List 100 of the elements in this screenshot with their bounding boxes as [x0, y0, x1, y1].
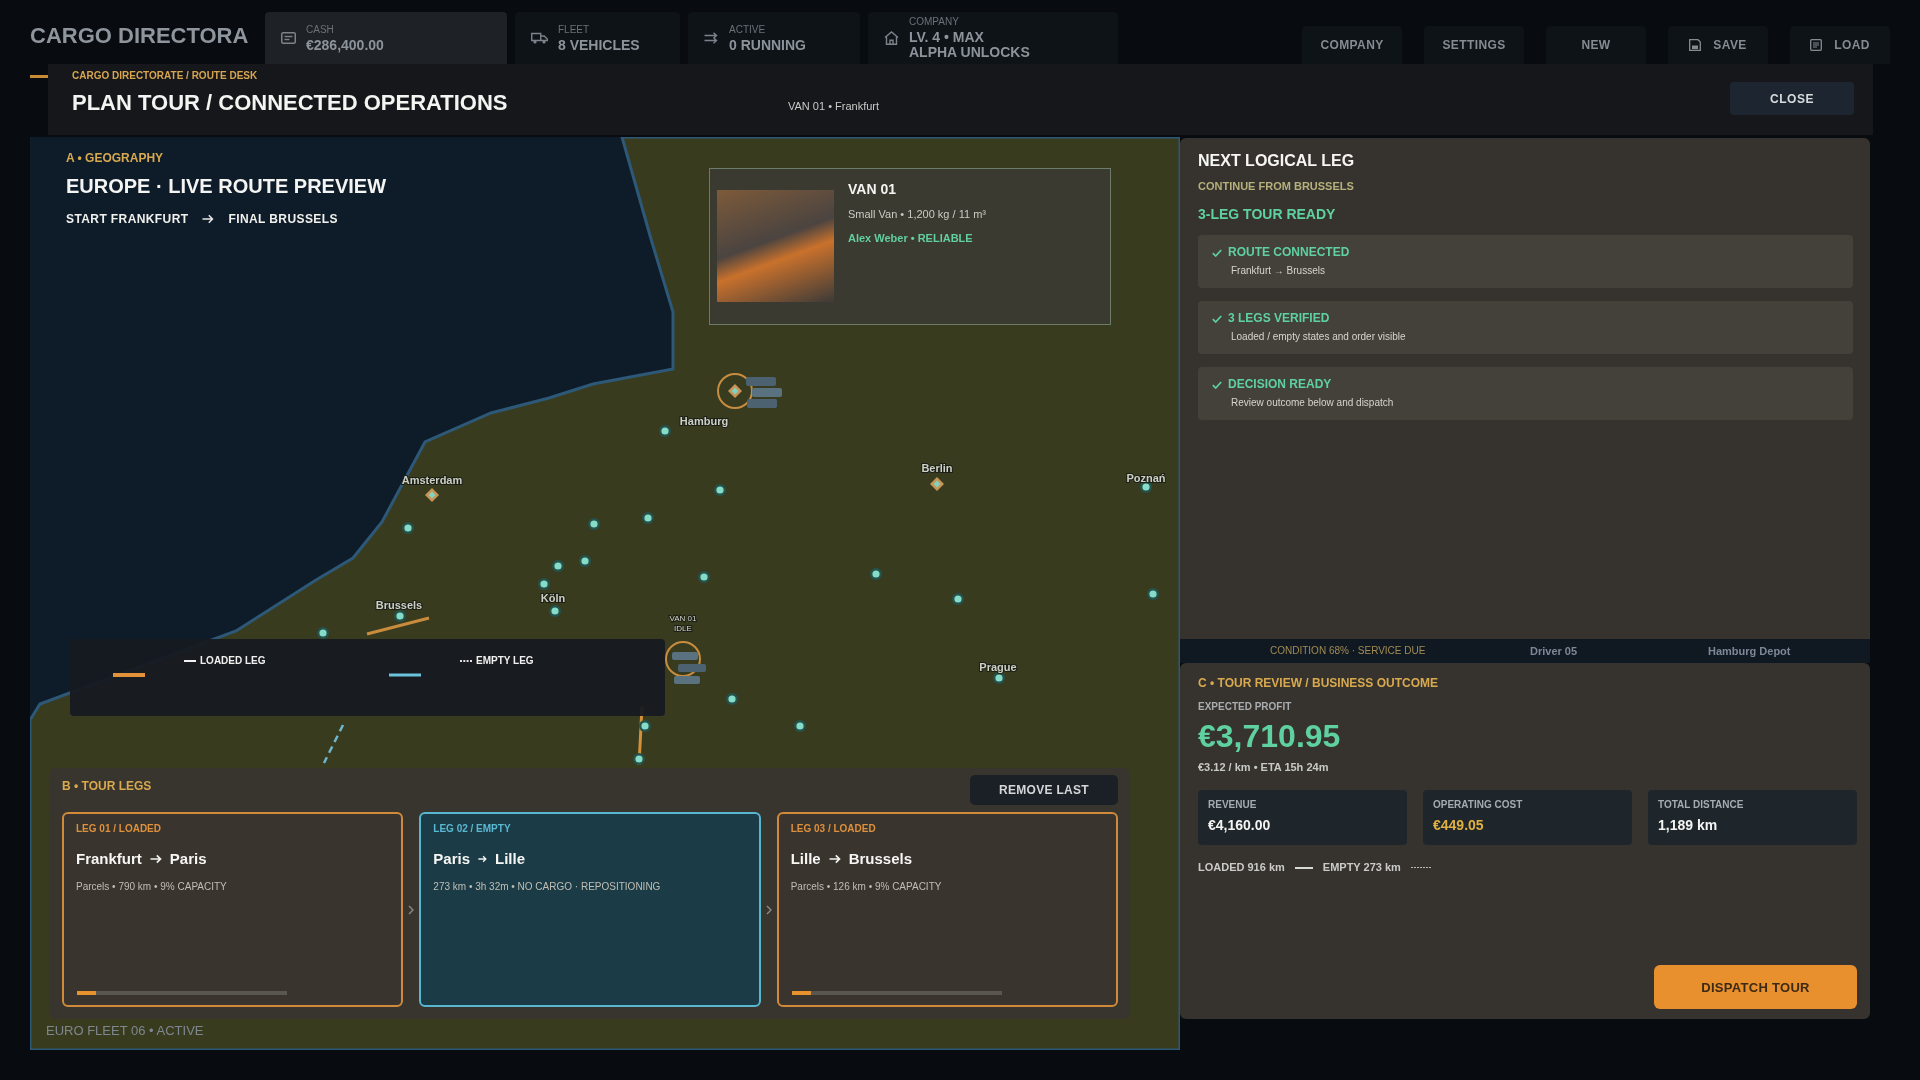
route-end: FINAL BRUSSELS: [228, 212, 338, 226]
vehicle-location: VAN 01 • Frankfurt: [788, 100, 880, 113]
depot-name: Hamburg Depot: [1708, 644, 1791, 658]
close-button[interactable]: CLOSE: [1730, 82, 1854, 115]
remove-last-button[interactable]: REMOVE LAST: [970, 775, 1118, 805]
location-dot-icon: [552, 560, 564, 572]
vehicle-condition: CONDITION 68% · SERVICE DUE: [1270, 645, 1426, 657]
location-dot-icon: [659, 425, 671, 437]
stat-label: COMPANY: [909, 16, 959, 28]
vehicle-status-label: IDLE: [674, 624, 692, 633]
panel-title: NEXT LOGICAL LEG: [1198, 151, 1355, 171]
location-dot-icon: [1147, 588, 1159, 600]
city-label: Poznań: [1126, 472, 1166, 484]
leg-details: Parcels • 126 km • 9% CAPACITY: [790, 881, 942, 893]
dashed-line-icon: [1410, 867, 1431, 868]
nav-button[interactable]: LOAD: [1790, 26, 1890, 64]
solid-line-icon: [1294, 866, 1313, 869]
location-dot-icon: [993, 672, 1005, 684]
dashed-line-icon: [460, 660, 472, 662]
dispatch-tour-button[interactable]: DISPATCH TOUR: [1654, 965, 1857, 1009]
check-detail: Review outcome below and dispatch: [1231, 397, 1394, 409]
profit-label: EXPECTED PROFIT: [1198, 701, 1292, 713]
location-dot-icon: [952, 593, 964, 605]
list-icon: [1810, 39, 1823, 51]
location-dot-icon: [549, 605, 561, 617]
check-title: ROUTE CONNECTED: [1228, 245, 1350, 260]
stat-label: CASH: [306, 23, 334, 36]
location-dot-icon: [642, 512, 654, 524]
expected-profit: €3,710.95: [1198, 718, 1341, 754]
arrow-icon: [149, 854, 162, 864]
nav-button[interactable]: COMPANY: [1302, 26, 1402, 64]
location-dot-icon: [402, 522, 414, 534]
depot-marker-icon: [717, 373, 753, 409]
vehicle-marker-icon: [665, 641, 706, 684]
check-detail: Loaded / empty states and order visible: [1231, 331, 1406, 343]
empty-route-line: [322, 724, 345, 764]
section-label: C • TOUR REVIEW / BUSINESS OUTCOME: [1198, 676, 1438, 690]
location-dot-icon: [317, 627, 329, 639]
route-origin: Paris: [433, 850, 471, 868]
location-dot-icon: [633, 753, 645, 765]
section-label: B • TOUR LEGS: [62, 779, 152, 793]
depot-marker-icon: [930, 477, 944, 491]
location-dot-icon: [579, 555, 591, 567]
section-label: A • GEOGRAPHY: [66, 151, 164, 165]
house-icon: [884, 31, 899, 45]
continue-from: CONTINUE FROM BRUSSELS: [1198, 180, 1354, 193]
depot-marker-icon: [425, 488, 439, 502]
city-label: Prague: [979, 661, 1017, 673]
location-dot-icon: [698, 571, 710, 583]
solid-line-icon: [184, 660, 196, 662]
metric-label: TOTAL DISTANCE: [1658, 799, 1744, 811]
driver-name: Driver 05: [1530, 644, 1578, 658]
city-label: Brussels: [375, 599, 423, 611]
nav-button[interactable]: SAVE: [1668, 26, 1768, 64]
truck-stack-icon: [746, 377, 782, 408]
location-dot-icon: [588, 518, 600, 530]
modal-title: PLAN TOUR / CONNECTED OPERATIONS: [72, 90, 508, 116]
route-origin: Lille: [790, 850, 821, 868]
stat-value: LV. 4 • MAX ALPHA UNLOCKS: [909, 30, 1031, 60]
distance-label: EMPTY 273 km: [1322, 861, 1401, 874]
leg-card[interactable]: LEG 02 / EMPTY Paris Lille 273 km • 3h 32m • NO CARGO · REPOSITIONING: [419, 812, 761, 1007]
chevron-icon: [765, 904, 772, 915]
city-label: Hamburg: [679, 415, 729, 427]
leg-details: Parcels • 790 km • 9% CAPACITY: [76, 881, 227, 893]
stat-value: 8 VEHICLES: [558, 37, 640, 53]
app-title: CARGO DIRECTORA: [30, 23, 250, 49]
vehicle-name: VAN 01: [848, 180, 896, 198]
check-detail: Frankfurt → Brussels: [1231, 265, 1325, 277]
route-destination: Lille: [495, 850, 526, 868]
vehicle-specs: Small Van • 1,200 kg / 11 m³: [848, 207, 986, 221]
city-label: Köln: [540, 592, 566, 604]
metric-label: OPERATING COST: [1433, 799, 1523, 811]
route-origin: Frankfurt: [76, 850, 142, 868]
city-label: Berlin: [921, 462, 953, 474]
metric-value: 1,189 km: [1658, 817, 1718, 834]
save-icon: [1689, 39, 1702, 51]
leg-tag: LEG 03 / LOADED: [790, 823, 876, 835]
distance-label: LOADED 916 km: [1198, 861, 1285, 874]
breadcrumb: CARGO DIRECTORATE / ROUTE DESK: [72, 70, 258, 82]
leg-card[interactable]: LEG 03 / LOADED Lille Brussels Parcels • 126 km • 9% CAPACITY: [776, 812, 1118, 1007]
stat-label: FLEET: [558, 23, 590, 36]
profit-summary: €3.12 / km • ETA 15h 24m: [1198, 761, 1329, 774]
nav-button[interactable]: SETTINGS: [1424, 26, 1524, 64]
check-title: DECISION READY: [1228, 377, 1332, 392]
route-destination: Brussels: [848, 850, 913, 868]
location-dot-icon: [394, 610, 406, 622]
location-dot-icon: [1140, 481, 1152, 493]
stat-value: 0 RUNNING: [729, 37, 806, 53]
route-swatch-icon: [113, 673, 145, 677]
location-dot-icon: [794, 720, 806, 732]
fleet-status: EURO FLEET 06 • ACTIVE: [46, 1023, 204, 1039]
route-start: START FRANKFURT: [66, 212, 189, 226]
leg-card[interactable]: LEG 01 / LOADED Frankfurt Paris Parcels • 790 km • 9% CAPACITY: [62, 812, 404, 1007]
legend-label: EMPTY LEG: [476, 655, 534, 667]
route-destination: Paris: [169, 850, 207, 868]
nav-button[interactable]: NEW: [1546, 26, 1646, 64]
truck-icon: [531, 32, 548, 44]
metric-value: €449.05: [1433, 817, 1484, 834]
location-dot-icon: [538, 578, 550, 590]
stat-value: €286,400.00: [306, 37, 384, 53]
